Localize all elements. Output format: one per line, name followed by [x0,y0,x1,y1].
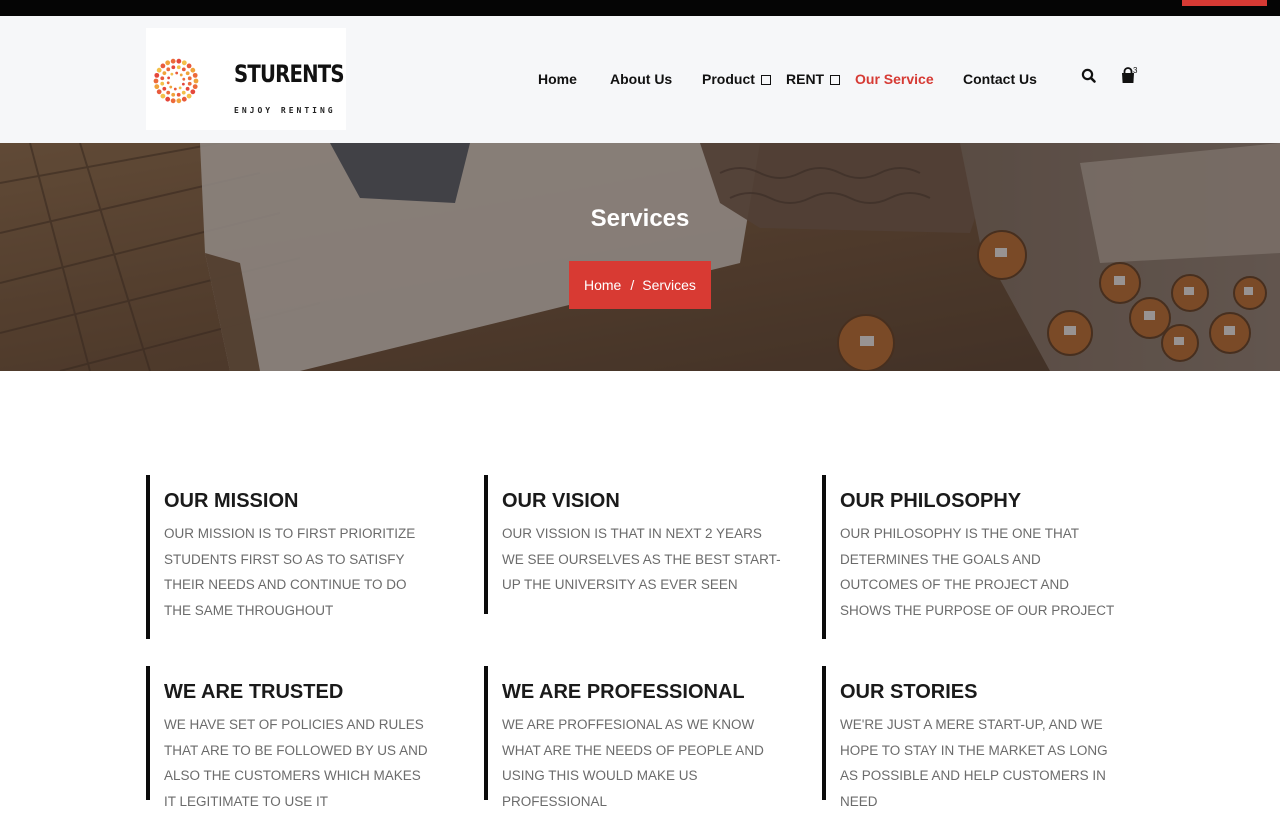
service-card-text: WE HAVE SET OF POLICIES AND RULES THAT A… [164,717,428,809]
service-card-title: OUR PHILOSOPHY [840,490,1022,512]
site-header: STURENTS ENJOY RENTING Home About Us Pro… [0,16,1280,143]
service-card-title: OUR STORIES [840,681,978,703]
nav-label: Home [538,71,577,87]
nav-label: About Us [610,71,673,87]
nav-product[interactable]: Product [702,71,771,87]
nav-label: RENT [786,71,825,87]
breadcrumb: Home / Services [569,261,711,309]
service-card-title: OUR MISSION [164,490,299,512]
service-card-vision: OUR VISION OUR VISSION IS THAT IN NEXT 2… [484,475,784,614]
service-card-title: WE ARE TRUSTED [164,681,344,703]
breadcrumb-home-link[interactable]: Home [584,277,621,293]
sun-dots-logo-icon [153,58,199,104]
page-title: Services [590,205,690,232]
nav-label: Product [702,71,755,87]
brand-tagline: ENJOY RENTING [234,106,336,115]
service-card-text: WE'RE JUST A MERE START-UP, AND WE HOPE … [840,717,1108,809]
service-card-text: WE ARE PROFFESIONAL AS WE KNOW WHAT ARE … [502,717,764,809]
service-card-text: OUR PHILOSOPHY IS THE ONE THAT DETERMINE… [840,526,1115,618]
nav-about-us[interactable]: About Us [610,71,672,87]
nav-rent[interactable]: RENT [786,71,841,87]
dropdown-box-icon [830,75,841,85]
search-icon[interactable] [1080,67,1098,85]
top-bar-button[interactable] [1182,0,1267,6]
breadcrumb-current: Services [642,277,696,293]
service-card-professional: WE ARE PROFESSIONAL WE ARE PROFFESIONAL … [484,666,784,809]
nav-label: Contact Us [963,71,1037,87]
logo[interactable]: STURENTS ENJOY RENTING [146,28,346,130]
hero-background-image [0,143,1280,371]
service-card-stories: OUR STORIES WE'RE JUST A MERE START-UP, … [822,666,1122,809]
service-card-title: OUR VISION [502,490,620,512]
page-hero-banner: Services Home / Services [0,143,1280,371]
breadcrumb-separator: / [630,277,635,293]
service-card-philosophy: OUR PHILOSOPHY OUR PHILOSOPHY IS THE ONE… [822,475,1122,639]
service-card-mission: OUR MISSION OUR MISSION IS TO FIRST PRIO… [146,475,446,639]
top-bar [0,0,1280,16]
nav-label: Our Service [855,71,934,87]
nav-our-service[interactable]: Our Service [855,71,934,87]
service-card-title: WE ARE PROFESSIONAL [502,681,745,703]
cart-count-badge: 3 [1133,66,1138,75]
dropdown-box-icon [760,75,771,85]
nav-contact-us[interactable]: Contact Us [963,71,1037,87]
service-card-text: OUR VISSION IS THAT IN NEXT 2 YEARS WE S… [502,526,781,593]
nav-home[interactable]: Home [538,71,577,87]
service-card-text: OUR MISSION IS TO FIRST PRIORITIZE STUDE… [164,526,416,618]
service-card-trusted: WE ARE TRUSTED WE HAVE SET OF POLICIES A… [146,666,446,809]
brand-name: STURENTS [234,60,345,88]
